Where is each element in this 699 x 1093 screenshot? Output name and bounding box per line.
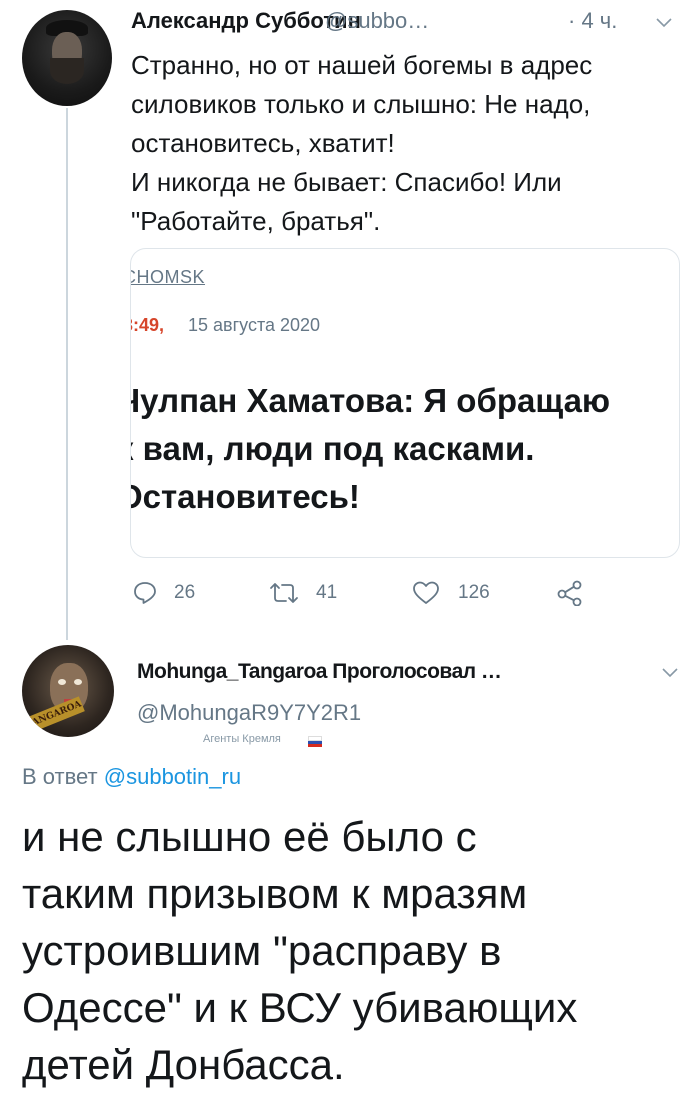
share-button[interactable] [556,578,586,608]
retweet-button[interactable]: 41 [268,578,358,608]
tweet-text-line: силовиков только и слышно: Не надо, [131,89,591,119]
tweet-text: Странно, но от нашей богемы в адрес сило… [131,46,671,241]
author-handle[interactable]: @MohungaR9Y7Y2R1 [137,700,361,726]
author-name[interactable]: Mohunga_Tangaroa Проголосовал … [137,660,502,684]
retweet-icon [270,583,298,603]
tweet-text-line: "Работайте, братья". [131,206,381,236]
share-icon [557,580,582,606]
reply-context: В ответ @subbotin_ru [22,764,241,790]
heart-icon [413,581,439,604]
tweet-text: и не слышно её было с таким призывом к м… [22,808,692,1093]
avatar[interactable]: TANGAROA [22,645,114,737]
tweet-text-line: и не слышно её было с [22,813,477,860]
tweet-timestamp[interactable]: · 4 ч. [568,8,617,34]
card-headline-line: Чулпан Хаматова: Я обращаю [130,382,611,419]
tweet-text-line: устроившим "расправу в [22,927,502,974]
like-button[interactable]: 126 [412,578,512,608]
chevron-down-icon[interactable] [656,18,672,28]
tweet-text-line: остановитесь, хватит! [131,128,395,158]
account-label: Агенты Кремля [203,733,281,745]
russia-flag-icon [308,736,322,747]
card-headline: Чулпан Хаматова: Я обращаю к вам, люди п… [130,377,677,521]
reply-icon [134,582,156,604]
reply-button[interactable]: 26 [132,578,222,608]
author-handle[interactable]: @subbo… [325,8,429,34]
reply-prefix: В ответ [22,764,98,789]
tweet-text-line: детей Донбасса. [22,1041,345,1088]
reply-to-link[interactable]: @subbotin_ru [104,764,241,789]
card-headline-line: Остановитесь! [130,478,360,515]
quoted-link-card[interactable]: CHOMSK 3:49, 15 августа 2020 Чулпан Хама… [130,248,680,558]
card-date: 15 августа 2020 [188,315,321,335]
like-count: 126 [458,582,490,603]
avatar[interactable] [22,10,112,106]
tweet-text-line: Одессе" и к ВСУ убивающих [22,984,578,1031]
card-time: 3:49, [131,315,165,335]
card-headline-line: к вам, люди под касками. [130,430,535,467]
tweet-text-line: И никогда не бывает: Спасибо! Или [131,167,562,197]
chevron-down-icon[interactable] [662,668,678,678]
tweet-text-line: таким призывом к мразям [22,870,528,917]
tweet-text-line: Странно, но от нашей богемы в адрес [131,50,593,80]
retweet-count: 41 [316,582,338,603]
reply-count: 26 [174,582,196,603]
card-source: CHOMSK [130,267,206,287]
thread-line [66,108,68,640]
